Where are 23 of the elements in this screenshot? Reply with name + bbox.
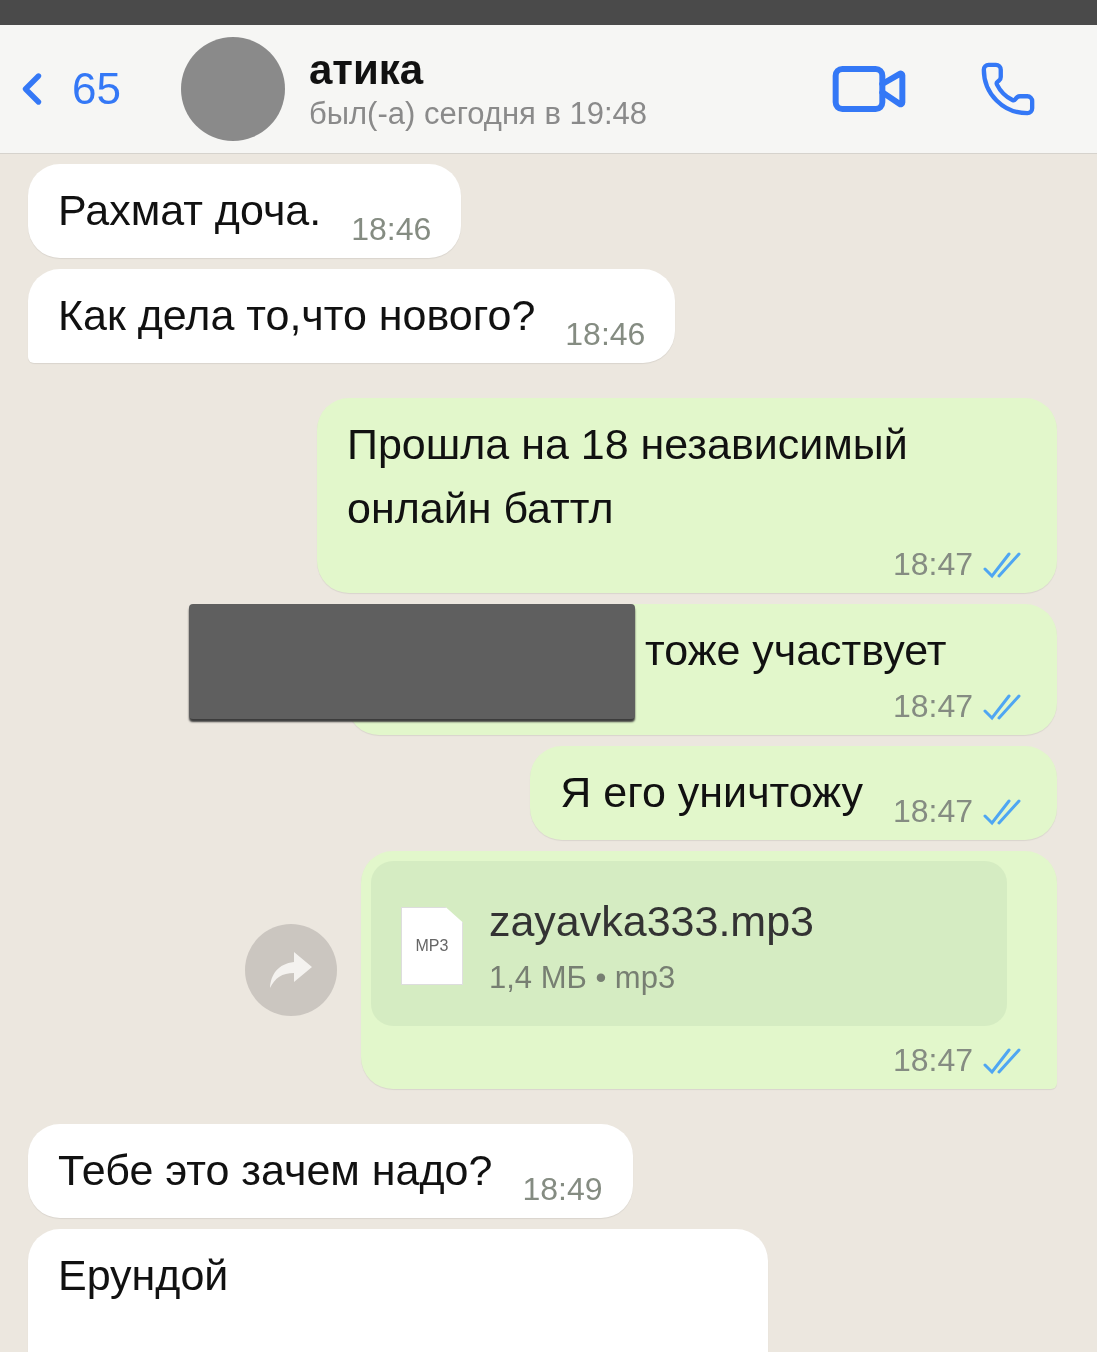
phone-call-button[interactable]: [979, 60, 1037, 118]
file-type-icon: MP3: [400, 907, 463, 985]
file-info: 1,4 МБ • mp3: [488, 960, 677, 996]
message-text: Прошла на 18 независимый онлайн баттл: [347, 419, 909, 534]
back-button[interactable]: 65: [6, 63, 121, 115]
message-text: Как дела то,что нового?: [58, 290, 536, 341]
message-time: 18:49: [522, 1171, 603, 1208]
forward-arrow-icon: [267, 950, 314, 990]
message-time: 18:47: [892, 1042, 973, 1079]
message-time: 18:47: [892, 793, 973, 830]
file-name: zayavka333.mp3: [488, 897, 814, 946]
file-card[interactable]: MP3 zayavka333.mp3 1,4 МБ • mp3: [370, 861, 1007, 1026]
last-seen-status: был(-а) сегодня в 19:48: [308, 96, 649, 132]
message-time: 18:47: [892, 546, 973, 583]
message-text: Тебе это зачем надо?: [58, 1145, 493, 1196]
message-time: 18:47: [892, 688, 973, 725]
contact-name: атика: [308, 46, 425, 94]
message-text: Рахмат доча.: [58, 185, 322, 236]
message-time: 18:46: [351, 211, 432, 248]
message-text: Ерундой: [58, 1250, 229, 1301]
message-time: 18:46: [565, 316, 646, 353]
message-text: тоже участвует: [645, 625, 947, 676]
message-text: Я его уничтожу: [560, 767, 863, 818]
